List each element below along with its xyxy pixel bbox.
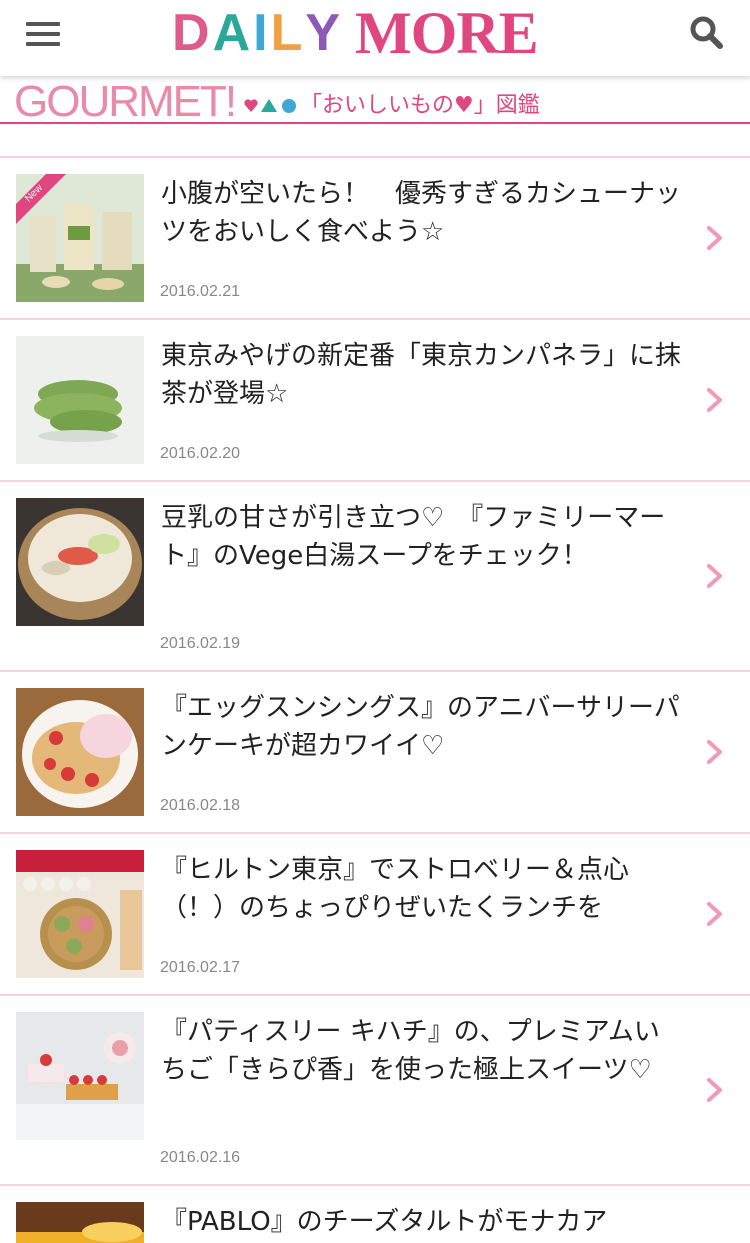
- article-date: 2016.02.20: [160, 445, 241, 462]
- logo-daily: DAILY: [172, 6, 343, 60]
- article-date: 2016.02.17: [160, 959, 241, 976]
- chevron-right-icon: [707, 902, 722, 926]
- logo-letter: Y: [305, 4, 344, 62]
- article-thumbnail: [16, 1012, 144, 1140]
- logo-letter: D: [172, 4, 213, 62]
- logo-letter: A: [212, 4, 254, 62]
- menu-icon-bar: [26, 32, 60, 36]
- article-item[interactable]: 『ヒルトン東京』でストロベリー＆点心（！）のちょっぴりぜいたくランチを 2016…: [0, 832, 750, 994]
- chevron-right-icon: [707, 388, 722, 412]
- category-subtitle: 「おいしいもの♥」図鑑: [300, 93, 540, 118]
- article-title[interactable]: 東京みやげの新定番「東京カンパネラ」に抹茶が登場☆: [161, 337, 681, 413]
- search-button[interactable]: [688, 14, 724, 50]
- article-thumbnail: New: [16, 174, 144, 302]
- article-title[interactable]: 『パティスリー キハチ』の、プレミアムいちご「きらぴ香」を使った極上スイーツ♡: [161, 1013, 681, 1089]
- new-badge: [16, 174, 66, 224]
- thumbnail-hilton-lunch-image: [16, 850, 144, 978]
- article-item[interactable]: 『パティスリー キハチ』の、プレミアムいちご「きらぴ香」を使った極上スイーツ♡ …: [0, 994, 750, 1184]
- article-item[interactable]: 『PABLO』のチーズタルトがモナカア: [0, 1184, 750, 1243]
- app-header: DAILY MORE: [0, 0, 750, 76]
- category-underline: [0, 122, 750, 124]
- logo-letter: I: [253, 4, 271, 62]
- article-thumbnail: [16, 688, 144, 816]
- site-logo[interactable]: DAILY MORE: [172, 0, 582, 66]
- article-title[interactable]: 『エッグスンシングス』のアニバーサリーパンケーキが超カワイイ♡: [161, 689, 681, 765]
- logo-letter: L: [270, 4, 306, 62]
- category-bar: GOURMET! 「おいしいもの♥」図鑑: [0, 78, 750, 126]
- article-thumbnail: [16, 336, 144, 464]
- article-item[interactable]: 東京みやげの新定番「東京カンパネラ」に抹茶が登場☆ 2016.02.20: [0, 318, 750, 480]
- chevron-right-icon: [707, 740, 722, 764]
- shape-icons: [244, 99, 296, 113]
- thumbnail-matcha-cookie-image: [16, 336, 144, 464]
- article-title[interactable]: 『PABLO』のチーズタルトがモナカア: [161, 1203, 681, 1241]
- article-thumbnail: [16, 1202, 144, 1243]
- category-title: GOURMET!: [14, 77, 237, 126]
- article-date: 2016.02.21: [160, 283, 241, 300]
- article-title[interactable]: 小腹が空いたら！ 優秀すぎるカシューナッツをおいしく食べよう☆: [161, 175, 681, 251]
- thumbnail-soup-image: [16, 498, 144, 626]
- menu-button[interactable]: [26, 20, 62, 48]
- article-thumbnail: [16, 850, 144, 978]
- article-date: 2016.02.16: [160, 1149, 241, 1166]
- article-list: New 小腹が空いたら！ 優秀すぎるカシューナッツをおいしく食べよう☆ 2016…: [0, 156, 750, 1243]
- search-icon: [690, 16, 723, 49]
- logo-more: MORE: [355, 0, 539, 66]
- article-title[interactable]: 豆乳の甘さが引き立つ♡ 『ファミリーマート』のVege白湯スープをチェック！: [161, 499, 681, 575]
- chevron-right-icon: [707, 564, 722, 588]
- thumbnail-pancake-image: [16, 688, 144, 816]
- article-date: 2016.02.19: [160, 635, 241, 652]
- article-thumbnail: [16, 498, 144, 626]
- article-item[interactable]: 豆乳の甘さが引き立つ♡ 『ファミリーマート』のVege白湯スープをチェック！ 2…: [0, 480, 750, 670]
- chevron-right-icon: [707, 226, 722, 250]
- thumbnail-cheese-tart-image: [16, 1202, 144, 1243]
- article-item[interactable]: New 小腹が空いたら！ 優秀すぎるカシューナッツをおいしく食べよう☆ 2016…: [0, 156, 750, 318]
- menu-icon-bar: [26, 22, 60, 26]
- menu-icon-bar: [26, 42, 60, 46]
- article-item[interactable]: 『エッグスンシングス』のアニバーサリーパンケーキが超カワイイ♡ 2016.02.…: [0, 670, 750, 832]
- article-date: 2016.02.18: [160, 797, 241, 814]
- chevron-right-icon: [707, 1078, 722, 1102]
- thumbnail-kihachi-sweets-image: [16, 1012, 144, 1140]
- article-title[interactable]: 『ヒルトン東京』でストロベリー＆点心（！）のちょっぴりぜいたくランチを: [161, 851, 681, 927]
